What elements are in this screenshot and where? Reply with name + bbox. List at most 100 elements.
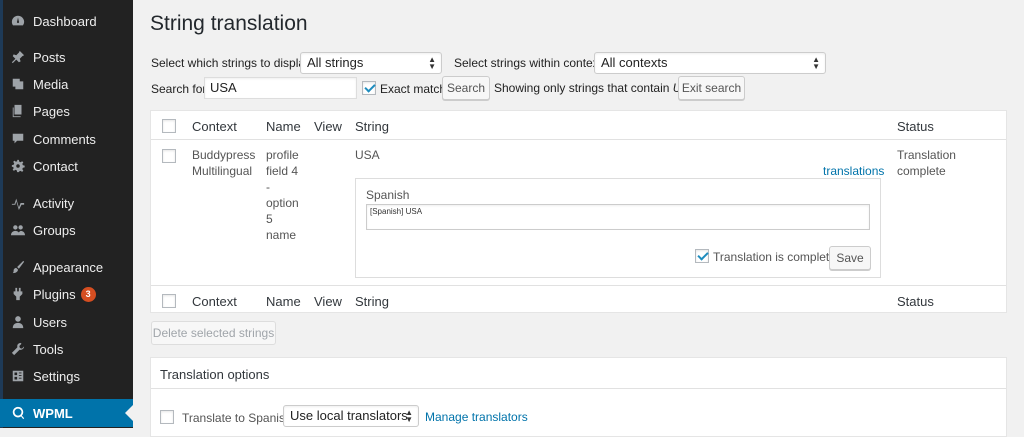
column-header-view: View xyxy=(314,119,342,134)
column-footer-string[interactable]: String xyxy=(355,294,389,309)
select-arrows-icon: ▲ ▼ xyxy=(812,55,820,71)
row-checkbox[interactable] xyxy=(162,149,176,163)
sidebar-item-wpml[interactable]: WPML xyxy=(0,399,133,427)
dashboard-icon xyxy=(10,13,26,29)
row-context-line: Multilingual xyxy=(192,164,253,178)
options-divider xyxy=(151,388,1006,389)
paintbrush-icon xyxy=(10,259,26,275)
sidebar-item-label: Users xyxy=(33,314,67,330)
row-context-line: Buddypress xyxy=(192,148,256,162)
sidebar-item-pages[interactable]: Pages xyxy=(0,98,133,124)
sidebar-item-label: Activity xyxy=(33,195,75,211)
footer-divider xyxy=(151,285,1006,286)
row-string: USA xyxy=(355,148,380,162)
column-header-status[interactable]: Status xyxy=(897,119,934,134)
exit-search-button[interactable]: Exit search xyxy=(678,76,745,100)
sidebar-item-label: Posts xyxy=(33,49,66,65)
select-all-checkbox-bottom[interactable] xyxy=(162,294,176,308)
translation-options-panel: Translation options Translate to Spanish… xyxy=(150,357,1007,437)
display-filter-value: All strings xyxy=(307,55,364,70)
exact-match-label: Exact match xyxy=(380,82,447,96)
row-name-line: - xyxy=(266,180,270,194)
translations-toggle-link[interactable]: translations xyxy=(823,163,884,179)
sidebar-item-groups[interactable]: Groups xyxy=(0,217,133,243)
sidebar-item-label: Comments xyxy=(33,131,96,147)
search-status-text: Showing only strings that contain USA xyxy=(494,81,697,95)
row-status: Translation complete xyxy=(897,148,956,178)
row-name-line: field 4 xyxy=(266,164,299,178)
sidebar-item-contact[interactable]: Contact xyxy=(0,153,133,179)
column-header-context[interactable]: Context xyxy=(192,119,237,134)
translation-language: Spanish xyxy=(366,188,410,202)
update-count-badge: 3 xyxy=(80,286,96,302)
sidebar-item-users[interactable]: Users xyxy=(0,309,133,335)
page-title: String translation xyxy=(150,12,308,35)
row-name-line: option xyxy=(266,196,299,210)
search-input[interactable]: USA xyxy=(204,77,357,99)
row-name: profile field 4 - option 5 name xyxy=(266,147,299,243)
column-header-string[interactable]: String xyxy=(355,119,389,134)
row-name-line: name xyxy=(266,228,297,242)
translation-textarea[interactable]: [Spanish] USA xyxy=(366,204,870,230)
display-filter-label: Select which strings to display: xyxy=(151,56,315,70)
column-footer-name[interactable]: Name xyxy=(266,294,301,309)
select-all-checkbox-top[interactable] xyxy=(162,119,176,133)
context-filter-select[interactable]: All contexts ▲ ▼ xyxy=(594,52,826,74)
user-icon xyxy=(10,314,26,330)
header-divider xyxy=(151,139,1006,140)
row-name-line: 5 xyxy=(266,212,273,226)
save-button[interactable]: Save xyxy=(829,246,871,270)
sidebar-item-settings[interactable]: Settings xyxy=(0,363,133,389)
translate-to-spanish-checkbox[interactable] xyxy=(160,410,174,424)
exact-match-checkbox[interactable] xyxy=(362,81,376,95)
column-footer-status[interactable]: Status xyxy=(897,294,934,309)
sidebar-item-label: Dashboard xyxy=(33,13,97,29)
sidebar-item-label: Contact xyxy=(33,158,78,174)
sidebar-item-media[interactable]: Media xyxy=(0,71,133,97)
activity-icon xyxy=(10,195,26,211)
sidebar-item-label: Plugins xyxy=(33,286,76,302)
groups-icon xyxy=(10,222,26,238)
sidebar-item-appearance[interactable]: Appearance xyxy=(0,254,133,280)
column-header-name[interactable]: Name xyxy=(266,119,301,134)
translator-select-value: Use local translators xyxy=(290,408,408,423)
media-icon xyxy=(10,76,26,92)
comment-icon xyxy=(10,131,26,147)
wrench-icon xyxy=(10,341,26,357)
select-arrows-icon: ▲ ▼ xyxy=(428,55,436,71)
sidebar-item-comments[interactable]: Comments xyxy=(0,126,133,152)
admin-sidebar: Dashboard Posts Media Pages Comments Con… xyxy=(0,0,133,428)
display-filter-select[interactable]: All strings ▲ ▼ xyxy=(300,52,442,74)
sidebar-item-dashboard[interactable]: Dashboard xyxy=(0,8,133,34)
translation-complete-label: Translation is complete xyxy=(713,250,836,264)
translation-editor: Spanish [Spanish] USA Translation is com… xyxy=(355,178,881,278)
sidebar-item-label: WPML xyxy=(33,405,73,421)
row-name-line: profile xyxy=(266,148,299,162)
active-indicator-arrow xyxy=(125,405,133,421)
manage-translators-link[interactable]: Manage translators xyxy=(425,409,528,425)
search-status-prefix: Showing only strings that contain xyxy=(494,81,670,95)
pushpin-icon xyxy=(10,49,26,65)
sidebar-item-posts[interactable]: Posts xyxy=(0,44,133,70)
column-footer-view: View xyxy=(314,294,342,309)
sidebar-item-activity[interactable]: Activity xyxy=(0,190,133,216)
sidebar-item-plugins[interactable]: Plugins 3 xyxy=(0,281,133,307)
sidebar-item-label: Groups xyxy=(33,222,76,238)
gear-icon xyxy=(10,158,26,174)
search-label: Search for: xyxy=(151,82,210,96)
wpml-icon xyxy=(10,405,26,421)
strings-table: Context Name View String Status Buddypre… xyxy=(150,110,1007,313)
column-footer-context[interactable]: Context xyxy=(192,294,237,309)
translator-select[interactable]: Use local translators ▲ ▼ xyxy=(283,405,419,427)
sidebar-item-tools[interactable]: Tools xyxy=(0,336,133,362)
pages-icon xyxy=(10,103,26,119)
translation-complete-checkbox[interactable] xyxy=(695,249,709,263)
sidebar-item-label: Settings xyxy=(33,368,80,384)
translation-options-title: Translation options xyxy=(160,367,270,382)
sidebar-item-label: Tools xyxy=(33,341,64,357)
translate-to-spanish-label: Translate to Spanish xyxy=(182,411,292,425)
delete-selected-button[interactable]: Delete selected strings xyxy=(151,321,276,345)
sidebar-item-label: Pages xyxy=(33,103,70,119)
sidebar-item-label: Appearance xyxy=(33,259,104,275)
search-button[interactable]: Search xyxy=(442,76,490,100)
